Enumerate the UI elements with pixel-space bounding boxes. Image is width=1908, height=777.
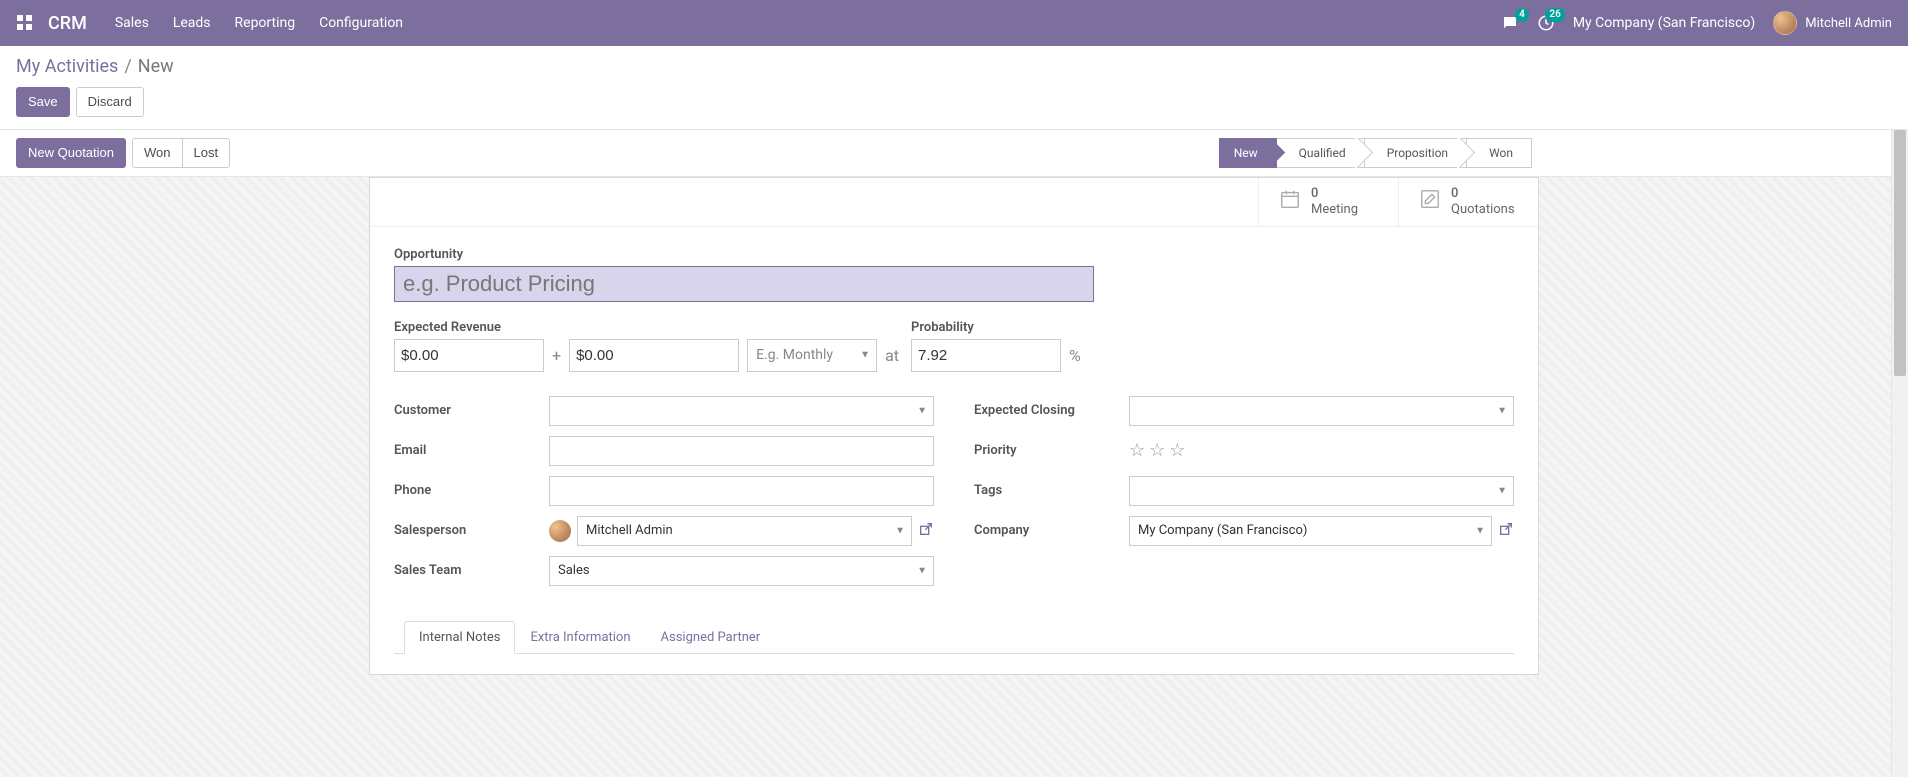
probability-label: Probability: [911, 320, 1081, 335]
won-button[interactable]: Won: [132, 138, 183, 168]
quotations-label: Quotations: [1451, 202, 1515, 217]
apps-icon[interactable]: [16, 14, 34, 32]
tab-assigned-partner[interactable]: Assigned Partner: [646, 621, 776, 654]
email-input[interactable]: [549, 436, 934, 466]
breadcrumb: My Activities / New: [16, 56, 1892, 77]
messages-badge: 4: [1515, 8, 1529, 22]
stat-button-meeting[interactable]: 0 Meeting: [1258, 178, 1398, 225]
expected-closing-label: Expected Closing: [974, 403, 1129, 418]
customer-select[interactable]: ▼: [549, 396, 934, 426]
chevron-down-icon: ▼: [1475, 525, 1485, 536]
chevron-down-icon: ▼: [917, 405, 927, 416]
stage-qualified[interactable]: Qualified: [1277, 138, 1365, 168]
chevron-down-icon: ▼: [1497, 485, 1507, 496]
opportunity-label: Opportunity: [394, 247, 1514, 262]
quotations-count: 0: [1451, 186, 1458, 201]
external-link-icon[interactable]: [918, 521, 934, 541]
vertical-scrollbar[interactable]: [1891, 130, 1908, 777]
sales-team-select[interactable]: Sales ▼: [549, 556, 934, 586]
chevron-down-icon: ▼: [895, 525, 905, 536]
breadcrumb-current: New: [138, 56, 174, 77]
stage-new[interactable]: New: [1219, 138, 1277, 168]
save-button[interactable]: Save: [16, 87, 70, 117]
app-brand[interactable]: CRM: [48, 13, 87, 34]
star-icon[interactable]: ☆: [1149, 440, 1165, 461]
opportunity-input[interactable]: [394, 266, 1094, 302]
stage-label: Proposition: [1387, 146, 1448, 160]
expected-revenue-label: Expected Revenue: [394, 320, 899, 335]
nav-menu: Sales Leads Reporting Configuration: [115, 15, 403, 31]
probability-input[interactable]: [911, 339, 1061, 372]
company-switcher[interactable]: My Company (San Francisco): [1573, 15, 1755, 31]
stage-label: Qualified: [1299, 146, 1346, 160]
nav-reporting[interactable]: Reporting: [235, 15, 296, 31]
meeting-label: Meeting: [1311, 202, 1358, 217]
salesperson-select[interactable]: Mitchell Admin ▼: [577, 516, 912, 546]
plus-symbol: +: [552, 346, 561, 365]
control-panel: My Activities / New Save Discard: [0, 46, 1908, 130]
recurring-plan-placeholder: E.g. Monthly: [756, 347, 833, 363]
nav-sales[interactable]: Sales: [115, 15, 149, 31]
tab-extra-information[interactable]: Extra Information: [515, 621, 645, 654]
expected-closing-input[interactable]: ▼: [1129, 396, 1514, 426]
activities-icon[interactable]: 26: [1537, 14, 1555, 32]
messages-icon[interactable]: 4: [1501, 14, 1519, 32]
tags-label: Tags: [974, 483, 1129, 498]
lost-button[interactable]: Lost: [182, 138, 231, 168]
tab-internal-notes[interactable]: Internal Notes: [404, 621, 515, 654]
pencil-square-icon: [1419, 188, 1441, 215]
email-label: Email: [394, 443, 549, 458]
form-tabs: Internal Notes Extra Information Assigne…: [394, 620, 1514, 654]
stage-label: New: [1234, 146, 1258, 160]
nav-leads[interactable]: Leads: [173, 15, 211, 31]
salesperson-value: Mitchell Admin: [586, 523, 673, 538]
user-menu[interactable]: Mitchell Admin: [1773, 11, 1892, 35]
breadcrumb-link[interactable]: My Activities: [16, 56, 118, 77]
user-name-label: Mitchell Admin: [1805, 16, 1892, 31]
priority-stars[interactable]: ☆ ☆ ☆: [1129, 440, 1185, 461]
chevron-down-icon: ▼: [917, 565, 927, 576]
priority-label: Priority: [974, 443, 1129, 458]
star-icon[interactable]: ☆: [1129, 440, 1145, 461]
breadcrumb-separator: /: [124, 56, 131, 77]
at-symbol: at: [885, 346, 899, 365]
discard-button[interactable]: Discard: [76, 87, 144, 117]
customer-label: Customer: [394, 403, 549, 418]
scrollbar-thumb[interactable]: [1894, 130, 1906, 376]
chevron-down-icon: ▼: [1497, 405, 1507, 416]
company-select[interactable]: My Company (San Francisco) ▼: [1129, 516, 1492, 546]
calendar-icon: [1279, 188, 1301, 215]
stage-won[interactable]: Won: [1467, 138, 1532, 168]
sales-team-value: Sales: [558, 563, 590, 578]
chevron-down-icon: ▼: [860, 350, 870, 361]
external-link-icon[interactable]: [1498, 521, 1514, 541]
stage-bar: New Qualified Proposition Won: [1219, 138, 1532, 168]
stat-button-quotations[interactable]: 0 Quotations: [1398, 178, 1538, 225]
star-icon[interactable]: ☆: [1169, 440, 1185, 461]
company-label: Company: [974, 523, 1129, 538]
salesperson-label: Salesperson: [394, 523, 549, 538]
nav-configuration[interactable]: Configuration: [319, 15, 403, 31]
status-bar: New Quotation Won Lost New Qualified Pro…: [0, 130, 1548, 176]
activities-badge: 26: [1545, 8, 1564, 22]
sales-team-label: Sales Team: [394, 563, 549, 578]
top-navbar: CRM Sales Leads Reporting Configuration …: [0, 0, 1908, 46]
percent-symbol: %: [1069, 346, 1081, 365]
avatar: [1773, 11, 1797, 35]
expected-revenue-input[interactable]: [394, 339, 544, 372]
new-quotation-button[interactable]: New Quotation: [16, 138, 126, 168]
stage-label: Won: [1489, 146, 1513, 160]
stage-proposition[interactable]: Proposition: [1365, 138, 1467, 168]
form-sheet: 0 Meeting 0 Quotations Opportunity: [369, 177, 1539, 674]
phone-input[interactable]: [549, 476, 934, 506]
recurring-plan-select[interactable]: E.g. Monthly ▼: [747, 339, 877, 372]
company-value: My Company (San Francisco): [1138, 523, 1307, 538]
phone-label: Phone: [394, 483, 549, 498]
meeting-count: 0: [1311, 186, 1318, 201]
recurring-revenue-input[interactable]: [569, 339, 739, 372]
avatar: [549, 520, 571, 542]
tags-select[interactable]: ▼: [1129, 476, 1514, 506]
